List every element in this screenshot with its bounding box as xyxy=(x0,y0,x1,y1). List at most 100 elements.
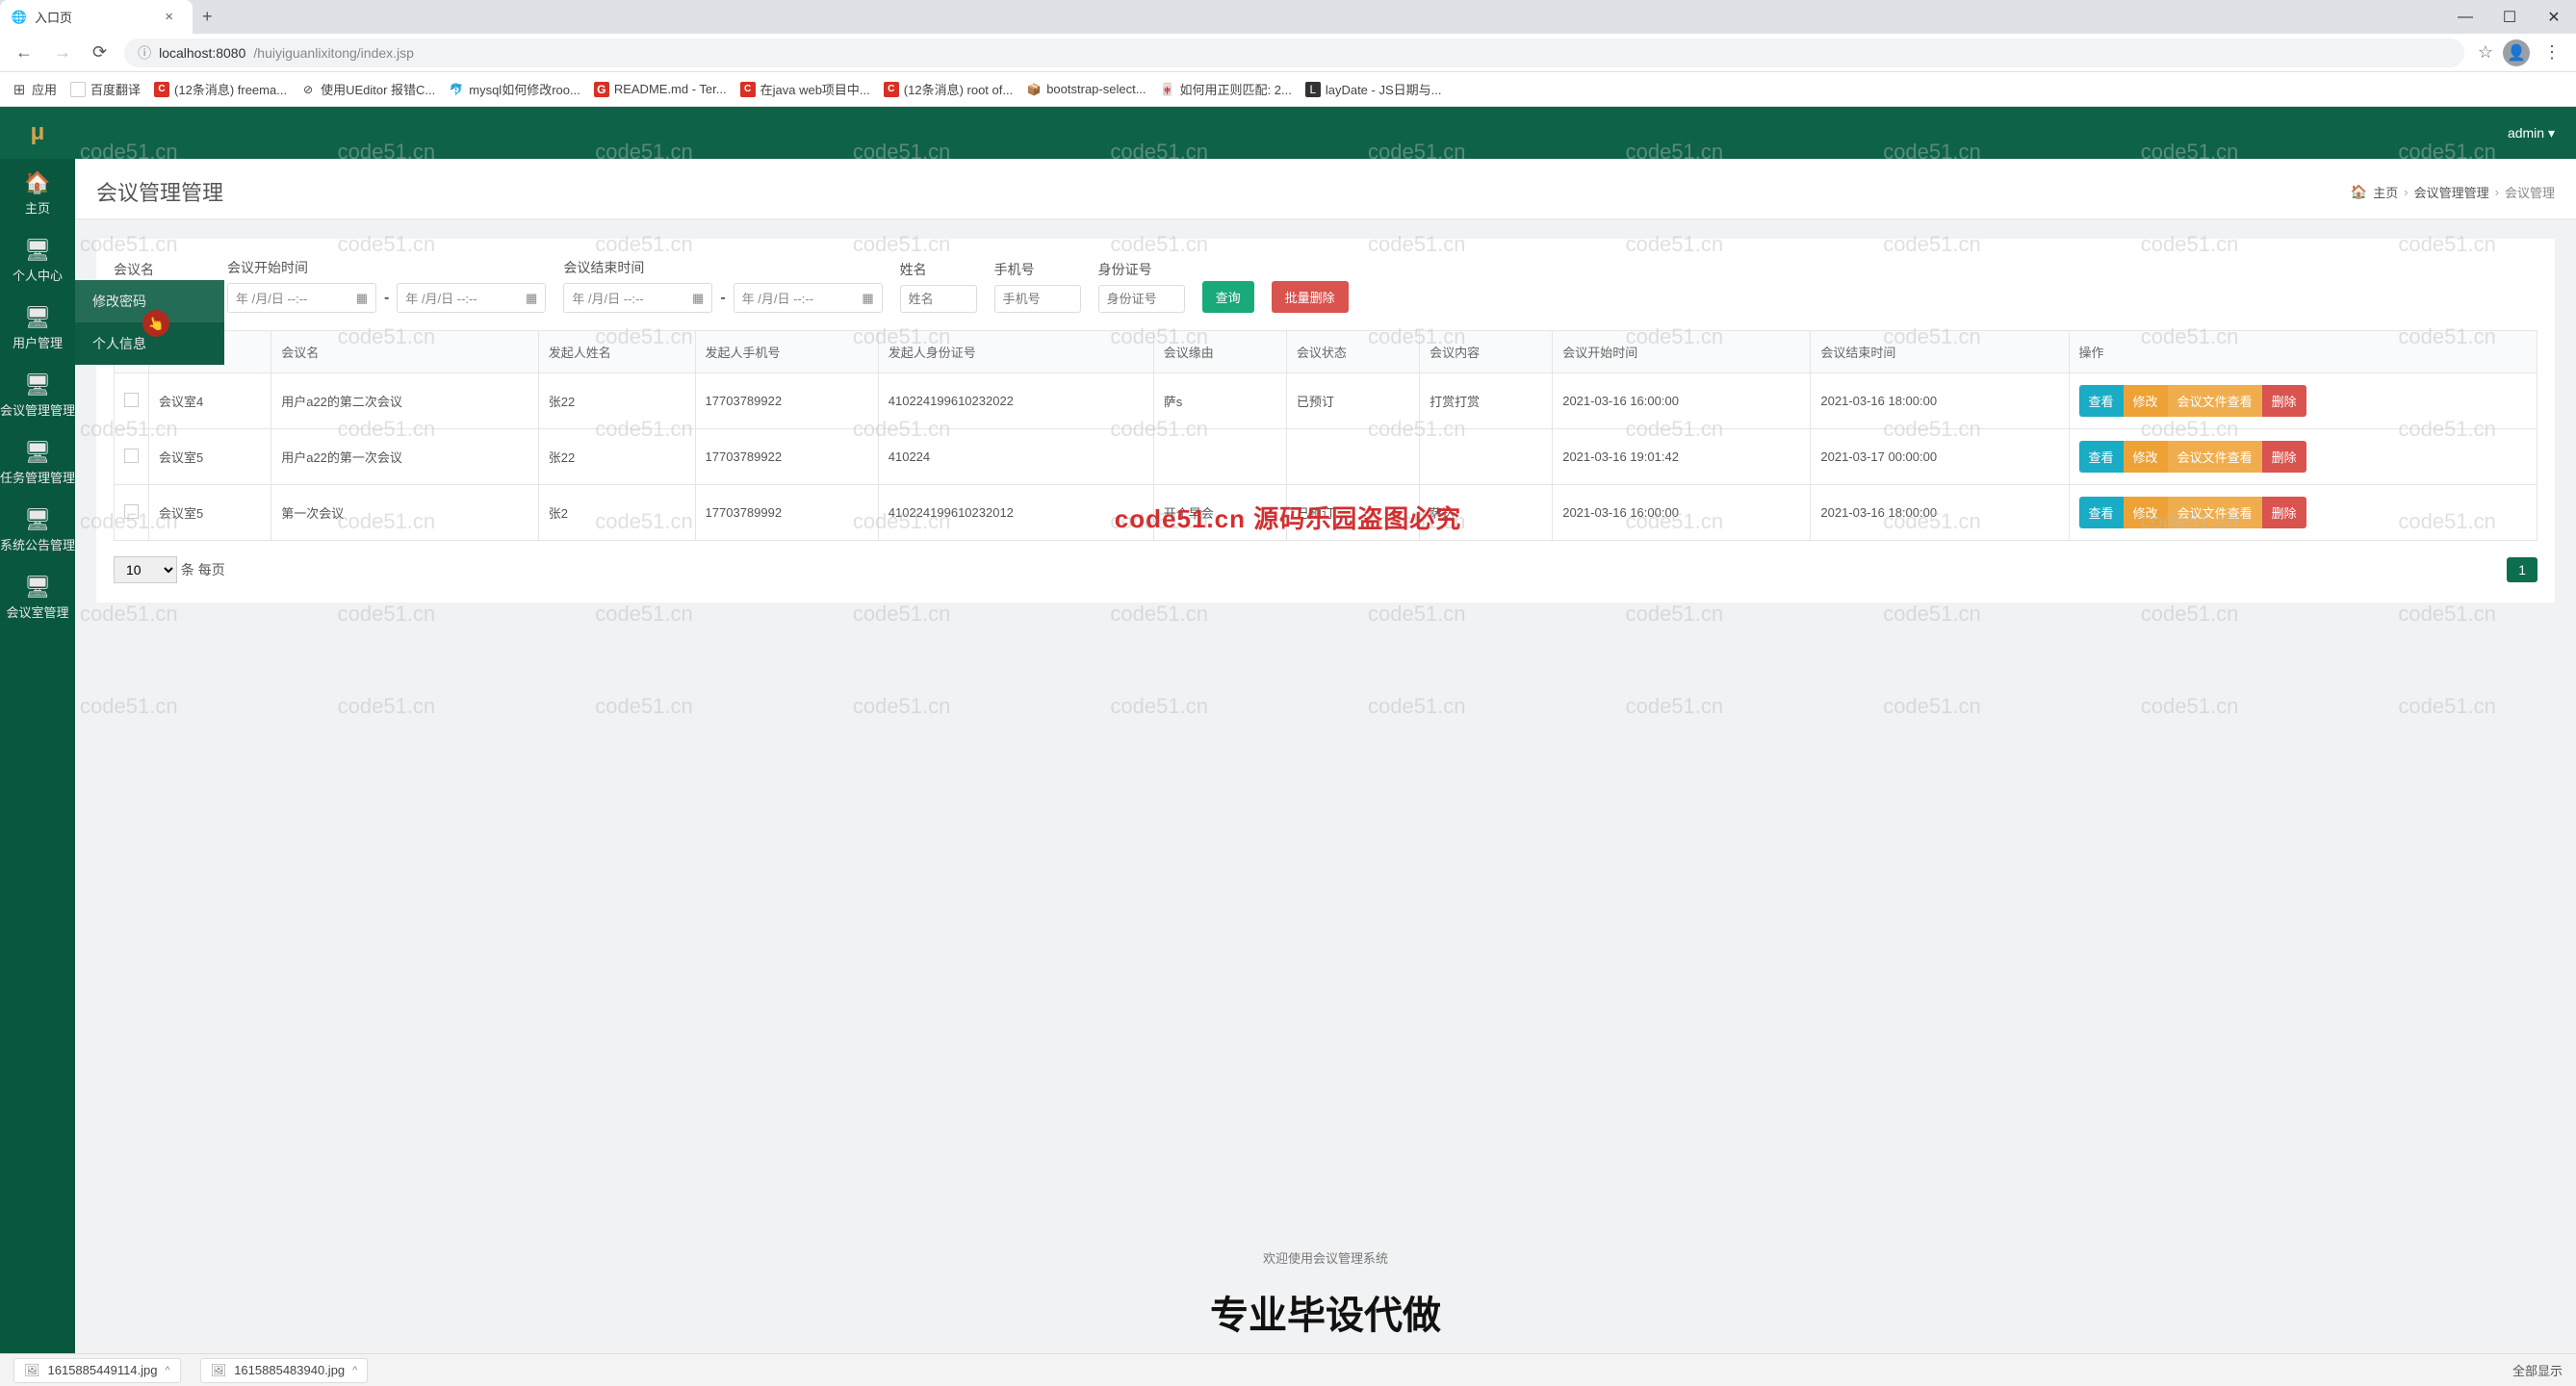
cell-content xyxy=(1420,429,1553,485)
bookmark-item[interactable]: LlayDate - JS日期与... xyxy=(1305,80,1442,98)
download-item[interactable]: 🖼 1615885483940.jpg ^ xyxy=(200,1358,369,1383)
bookmark-icon: 🐬 xyxy=(449,82,464,97)
bookmark-item[interactable]: GREADME.md - Ter... xyxy=(594,82,727,97)
close-window-button[interactable]: ✕ xyxy=(2532,0,2576,34)
cell-person: 张22 xyxy=(538,373,695,429)
chevron-up-icon[interactable]: ^ xyxy=(166,1365,170,1376)
bookmark-item[interactable]: ⊘使用UEditor 报错C... xyxy=(300,80,435,98)
filter-start-time: 会议开始时间 年 /月/日 --:--▦ - 年 /月/日 --:--▦ xyxy=(227,258,546,313)
end-date-to-input[interactable]: 年 /月/日 --:--▦ xyxy=(734,283,883,313)
tab-close-icon[interactable]: × xyxy=(165,9,173,25)
edit-button[interactable]: 修改 xyxy=(2124,385,2168,417)
start-date-to-input[interactable]: 年 /月/日 --:--▦ xyxy=(397,283,546,313)
bookmark-icon: L xyxy=(1305,82,1321,97)
view-button[interactable]: 查看 xyxy=(2079,385,2124,417)
sidebar-item-home[interactable]: 🏠主页 xyxy=(0,159,75,226)
sidebar-item-personal[interactable]: 🖥个人中心 xyxy=(0,226,75,294)
bookmark-item[interactable]: 百度翻译 xyxy=(70,80,141,98)
delete-button[interactable]: 删除 xyxy=(2262,441,2306,473)
bookmark-icon: G xyxy=(594,82,609,97)
sidebar-item-users[interactable]: 🖥用户管理 xyxy=(0,294,75,361)
per-page-control: 10 条 每页 xyxy=(114,556,225,583)
row-checkbox[interactable] xyxy=(124,449,139,463)
page-number[interactable]: 1 xyxy=(2507,557,2537,582)
bookmark-item[interactable]: C(12条消息) freema... xyxy=(154,80,287,98)
browser-menu-icon[interactable]: ⋮ xyxy=(2539,38,2564,66)
bookmark-item[interactable]: 🀄如何用正则匹配: 2... xyxy=(1160,80,1292,98)
cell-phone: 17703789922 xyxy=(695,429,878,485)
new-tab-button[interactable]: + xyxy=(193,3,222,31)
bookmark-item[interactable]: 📦bootstrap-select... xyxy=(1026,82,1146,97)
bookmark-star-icon[interactable]: ☆ xyxy=(2478,42,2493,63)
cell-name: 第一次会议 xyxy=(271,485,539,541)
image-file-icon: 🖼 xyxy=(24,1363,40,1378)
bookmark-item[interactable]: C在java web项目中... xyxy=(740,80,870,98)
minimize-button[interactable]: — xyxy=(2443,0,2487,34)
caret-down-icon: ▾ xyxy=(2548,125,2555,141)
row-checkbox[interactable] xyxy=(124,393,139,407)
edit-button[interactable]: 修改 xyxy=(2124,497,2168,528)
filter-bar: 会议名 会议开始时间 年 /月/日 --:--▦ - 年 /月/日 --:--▦… xyxy=(114,258,2537,313)
per-page-select[interactable]: 10 xyxy=(114,556,177,583)
delete-button[interactable]: 删除 xyxy=(2262,497,2306,528)
tab-bar: 🌐 入口页 × + — ☐ ✕ xyxy=(0,0,2576,34)
sidebar-item-tasks[interactable]: 🖥任务管理管理 xyxy=(0,428,75,496)
bookmark-item[interactable]: C(12条消息) root of... xyxy=(884,80,1013,98)
batch-delete-button[interactable]: 批量删除 xyxy=(1272,281,1349,313)
bottom-caption: 专业毕设代做 xyxy=(75,1278,2576,1353)
row-checkbox[interactable] xyxy=(124,504,139,519)
end-date-from-input[interactable]: 年 /月/日 --:--▦ xyxy=(563,283,712,313)
url-host: localhost:8080 xyxy=(159,45,245,61)
view-button[interactable]: 查看 xyxy=(2079,441,2124,473)
query-button[interactable]: 查询 xyxy=(1202,281,1254,313)
monitor-icon: 🖥 xyxy=(24,507,51,532)
back-button[interactable]: ← xyxy=(12,38,37,66)
bookmark-apps[interactable]: ⊞应用 xyxy=(12,80,57,98)
breadcrumb-home[interactable]: 主页 xyxy=(2373,183,2398,201)
files-button[interactable]: 会议文件查看 xyxy=(2168,385,2262,417)
chevron-up-icon[interactable]: ^ xyxy=(352,1365,357,1376)
edit-button[interactable]: 修改 xyxy=(2124,441,2168,473)
show-all-downloads[interactable]: 全部显示 xyxy=(2512,1361,2563,1379)
table-row: 会议室5 第一次会议 张2 17703789992 41022419961023… xyxy=(115,485,2537,541)
cell-room: 会议室5 xyxy=(149,485,271,541)
browser-tab[interactable]: 🌐 入口页 × xyxy=(0,0,193,34)
files-button[interactable]: 会议文件查看 xyxy=(2168,497,2262,528)
calendar-icon: ▦ xyxy=(862,291,873,306)
cell-content: 打赏打赏 xyxy=(1420,373,1553,429)
profile-avatar-icon[interactable]: 👤 xyxy=(2503,39,2530,66)
sidebar-item-announce[interactable]: 🖥系统公告管理 xyxy=(0,496,75,563)
url-input[interactable]: ⓘ localhost:8080/huiyiguanlixitong/index… xyxy=(124,38,2464,67)
row-actions: 查看 修改 会议文件查看 删除 xyxy=(2079,441,2527,473)
idnum-input[interactable] xyxy=(1098,285,1185,313)
window-controls: — ☐ ✕ xyxy=(2443,0,2576,34)
cell-room: 会议室4 xyxy=(149,373,271,429)
reload-button[interactable]: ⟳ xyxy=(89,38,111,66)
browser-chrome: 🌐 入口页 × + — ☐ ✕ ← → ⟳ ⓘ localhost:8080/h… xyxy=(0,0,2576,107)
address-bar: ← → ⟳ ⓘ localhost:8080/huiyiguanlixitong… xyxy=(0,34,2576,72)
download-item[interactable]: 🖼 1615885449114.jpg ^ xyxy=(13,1358,181,1383)
cell-reason: 萨s xyxy=(1153,373,1286,429)
files-button[interactable]: 会议文件查看 xyxy=(2168,441,2262,473)
cell-status: 已预订 xyxy=(1286,373,1419,429)
cell-status: 已预订 xyxy=(1286,485,1419,541)
start-date-from-input[interactable]: 年 /月/日 --:--▦ xyxy=(227,283,376,313)
delete-button[interactable]: 删除 xyxy=(2262,385,2306,417)
sidebar-item-rooms[interactable]: 🖥会议室管理 xyxy=(0,563,75,630)
view-button[interactable]: 查看 xyxy=(2079,497,2124,528)
forward-button[interactable]: → xyxy=(50,38,75,66)
app-logo[interactable]: μ xyxy=(0,107,75,159)
breadcrumb-section[interactable]: 会议管理管理 xyxy=(2414,183,2489,201)
footer-text: 欢迎使用会议管理系统 xyxy=(75,1237,2576,1278)
user-dropdown[interactable]: admin ▾ xyxy=(2508,125,2555,141)
phone-input[interactable] xyxy=(994,285,1081,313)
content-area: 会议名 会议开始时间 年 /月/日 --:--▦ - 年 /月/日 --:--▦… xyxy=(75,219,2576,1237)
sidebar-item-meetings[interactable]: 🖥会议管理管理 xyxy=(0,361,75,428)
cell-start: 2021-03-16 16:00:00 xyxy=(1553,373,1811,429)
name-input[interactable] xyxy=(900,285,977,313)
pager: 10 条 每页 1 xyxy=(114,556,2537,583)
app-shell: μ 🏠主页 🖥个人中心 🖥用户管理 🖥会议管理管理 🖥任务管理管理 🖥系统公告管… xyxy=(0,107,2576,1353)
image-file-icon: 🖼 xyxy=(211,1363,227,1378)
maximize-button[interactable]: ☐ xyxy=(2487,0,2532,34)
bookmark-item[interactable]: 🐬mysql如何修改roo... xyxy=(449,80,580,98)
